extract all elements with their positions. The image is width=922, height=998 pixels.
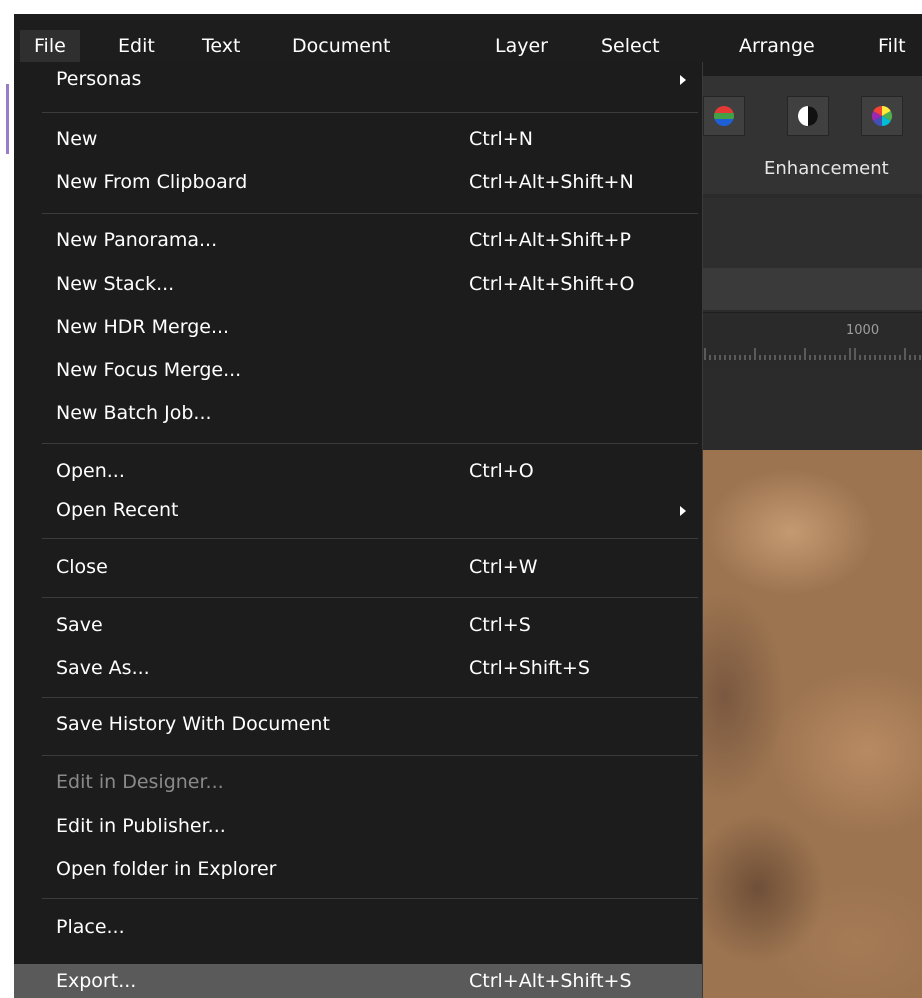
context-toolbar-row bbox=[703, 268, 922, 310]
menu-separator bbox=[42, 898, 698, 899]
menu-item-shortcut: Ctrl+Alt+Shift+O bbox=[469, 273, 635, 295]
menu-filters[interactable]: Filt bbox=[878, 30, 906, 62]
enhancements-label: Enhancement bbox=[764, 158, 889, 179]
ruler-ticks bbox=[704, 348, 921, 360]
menu-item-new-batch-job[interactable]: New Batch Job... bbox=[14, 396, 702, 430]
menu-item-label: New HDR Merge... bbox=[56, 316, 230, 338]
menu-select[interactable]: Select bbox=[601, 30, 660, 62]
menu-item-label: Edit in Designer... bbox=[56, 771, 224, 793]
menu-separator bbox=[42, 213, 698, 214]
menu-layer[interactable]: Layer bbox=[495, 30, 548, 62]
menu-separator bbox=[42, 755, 698, 756]
menu-item-label: Open folder in Explorer bbox=[56, 858, 277, 880]
menu-item-shortcut: Ctrl+Alt+Shift+P bbox=[469, 229, 631, 251]
black-white-icon bbox=[798, 106, 818, 126]
canvas-background bbox=[703, 368, 922, 450]
menu-item-shortcut: Ctrl+S bbox=[469, 614, 531, 636]
hsl-button[interactable] bbox=[861, 96, 903, 136]
menu-separator bbox=[42, 112, 698, 113]
menu-item-open-recent[interactable]: Open Recent bbox=[14, 493, 702, 527]
menu-item-label: Close bbox=[56, 556, 108, 578]
menu-item-label: Export... bbox=[56, 970, 137, 992]
menu-item-edit-in-designer: Edit in Designer... bbox=[14, 765, 702, 799]
menu-item-save[interactable]: Save Ctrl+S bbox=[14, 608, 702, 642]
menu-item-label: Save As... bbox=[56, 657, 150, 679]
left-edge-strip bbox=[0, 14, 14, 998]
window-top-edge bbox=[0, 0, 922, 14]
menu-item-label: Save History With Document bbox=[56, 713, 330, 735]
black-white-button[interactable] bbox=[787, 96, 829, 136]
menu-item-shortcut: Ctrl+W bbox=[469, 556, 538, 578]
menu-item-save-history[interactable]: Save History With Document bbox=[14, 707, 702, 741]
menu-edit[interactable]: Edit bbox=[118, 30, 155, 62]
file-menu: Personas New Ctrl+N New From Clipboard C… bbox=[14, 62, 703, 998]
menu-item-place[interactable]: Place... bbox=[14, 910, 702, 944]
menu-item-new[interactable]: New Ctrl+N bbox=[14, 122, 702, 156]
menu-item-export[interactable]: Export... Ctrl+Alt+Shift+S bbox=[14, 964, 702, 998]
persona-accent-mark bbox=[6, 84, 9, 154]
menu-text[interactable]: Text bbox=[202, 30, 240, 62]
menu-file[interactable]: File bbox=[20, 30, 80, 62]
menu-item-shortcut: Ctrl+N bbox=[469, 128, 533, 150]
menu-item-new-hdr-merge[interactable]: New HDR Merge... bbox=[14, 310, 702, 344]
menu-item-open[interactable]: Open... Ctrl+O bbox=[14, 454, 702, 488]
menu-item-personas[interactable]: Personas bbox=[14, 62, 702, 96]
menu-separator bbox=[42, 697, 698, 698]
menu-item-label: New bbox=[56, 128, 98, 150]
menu-item-close[interactable]: Close Ctrl+W bbox=[14, 550, 702, 584]
submenu-arrow-icon bbox=[680, 506, 686, 516]
menu-item-shortcut: Ctrl+Shift+S bbox=[469, 657, 590, 679]
menu-document[interactable]: Document bbox=[292, 30, 390, 62]
menu-item-label: Place... bbox=[56, 916, 125, 938]
color-balance-icon bbox=[714, 106, 734, 126]
menu-item-open-folder[interactable]: Open folder in Explorer bbox=[14, 852, 702, 886]
menu-item-shortcut: Ctrl+O bbox=[469, 460, 534, 482]
menu-item-new-from-clipboard[interactable]: New From Clipboard Ctrl+Alt+Shift+N bbox=[14, 165, 702, 199]
menu-item-label: Edit in Publisher... bbox=[56, 815, 226, 837]
menu-item-label: New Batch Job... bbox=[56, 402, 212, 424]
menu-item-edit-in-publisher[interactable]: Edit in Publisher... bbox=[14, 809, 702, 843]
color-balance-button[interactable] bbox=[703, 96, 745, 136]
menu-item-label: Save bbox=[56, 614, 103, 636]
menu-separator bbox=[42, 597, 698, 598]
menu-item-new-panorama[interactable]: New Panorama... Ctrl+Alt+Shift+P bbox=[14, 223, 702, 257]
menu-separator bbox=[42, 538, 698, 539]
menu-arrange[interactable]: Arrange bbox=[739, 30, 815, 62]
menu-item-shortcut: Ctrl+Alt+Shift+S bbox=[469, 970, 632, 992]
submenu-arrow-icon bbox=[680, 75, 686, 85]
menu-item-label: New From Clipboard bbox=[56, 171, 248, 193]
menu-item-label: Open Recent bbox=[56, 499, 179, 521]
context-toolbar bbox=[703, 198, 922, 270]
menu-item-label: Open... bbox=[56, 460, 125, 482]
menu-item-label: New Panorama... bbox=[56, 229, 218, 251]
hsl-icon bbox=[871, 105, 893, 127]
menu-item-label: New Focus Merge... bbox=[56, 359, 242, 381]
menu-item-new-focus-merge[interactable]: New Focus Merge... bbox=[14, 353, 702, 387]
menu-item-new-stack[interactable]: New Stack... Ctrl+Alt+Shift+O bbox=[14, 267, 702, 301]
ruler-label: 1000 bbox=[846, 323, 880, 338]
menu-item-label: New Stack... bbox=[56, 273, 175, 295]
menu-separator bbox=[42, 443, 698, 444]
menu-item-shortcut: Ctrl+Alt+Shift+N bbox=[469, 171, 634, 193]
menu-item-label: Personas bbox=[56, 68, 142, 90]
image-canvas[interactable] bbox=[703, 450, 922, 998]
menu-item-save-as[interactable]: Save As... Ctrl+Shift+S bbox=[14, 651, 702, 685]
